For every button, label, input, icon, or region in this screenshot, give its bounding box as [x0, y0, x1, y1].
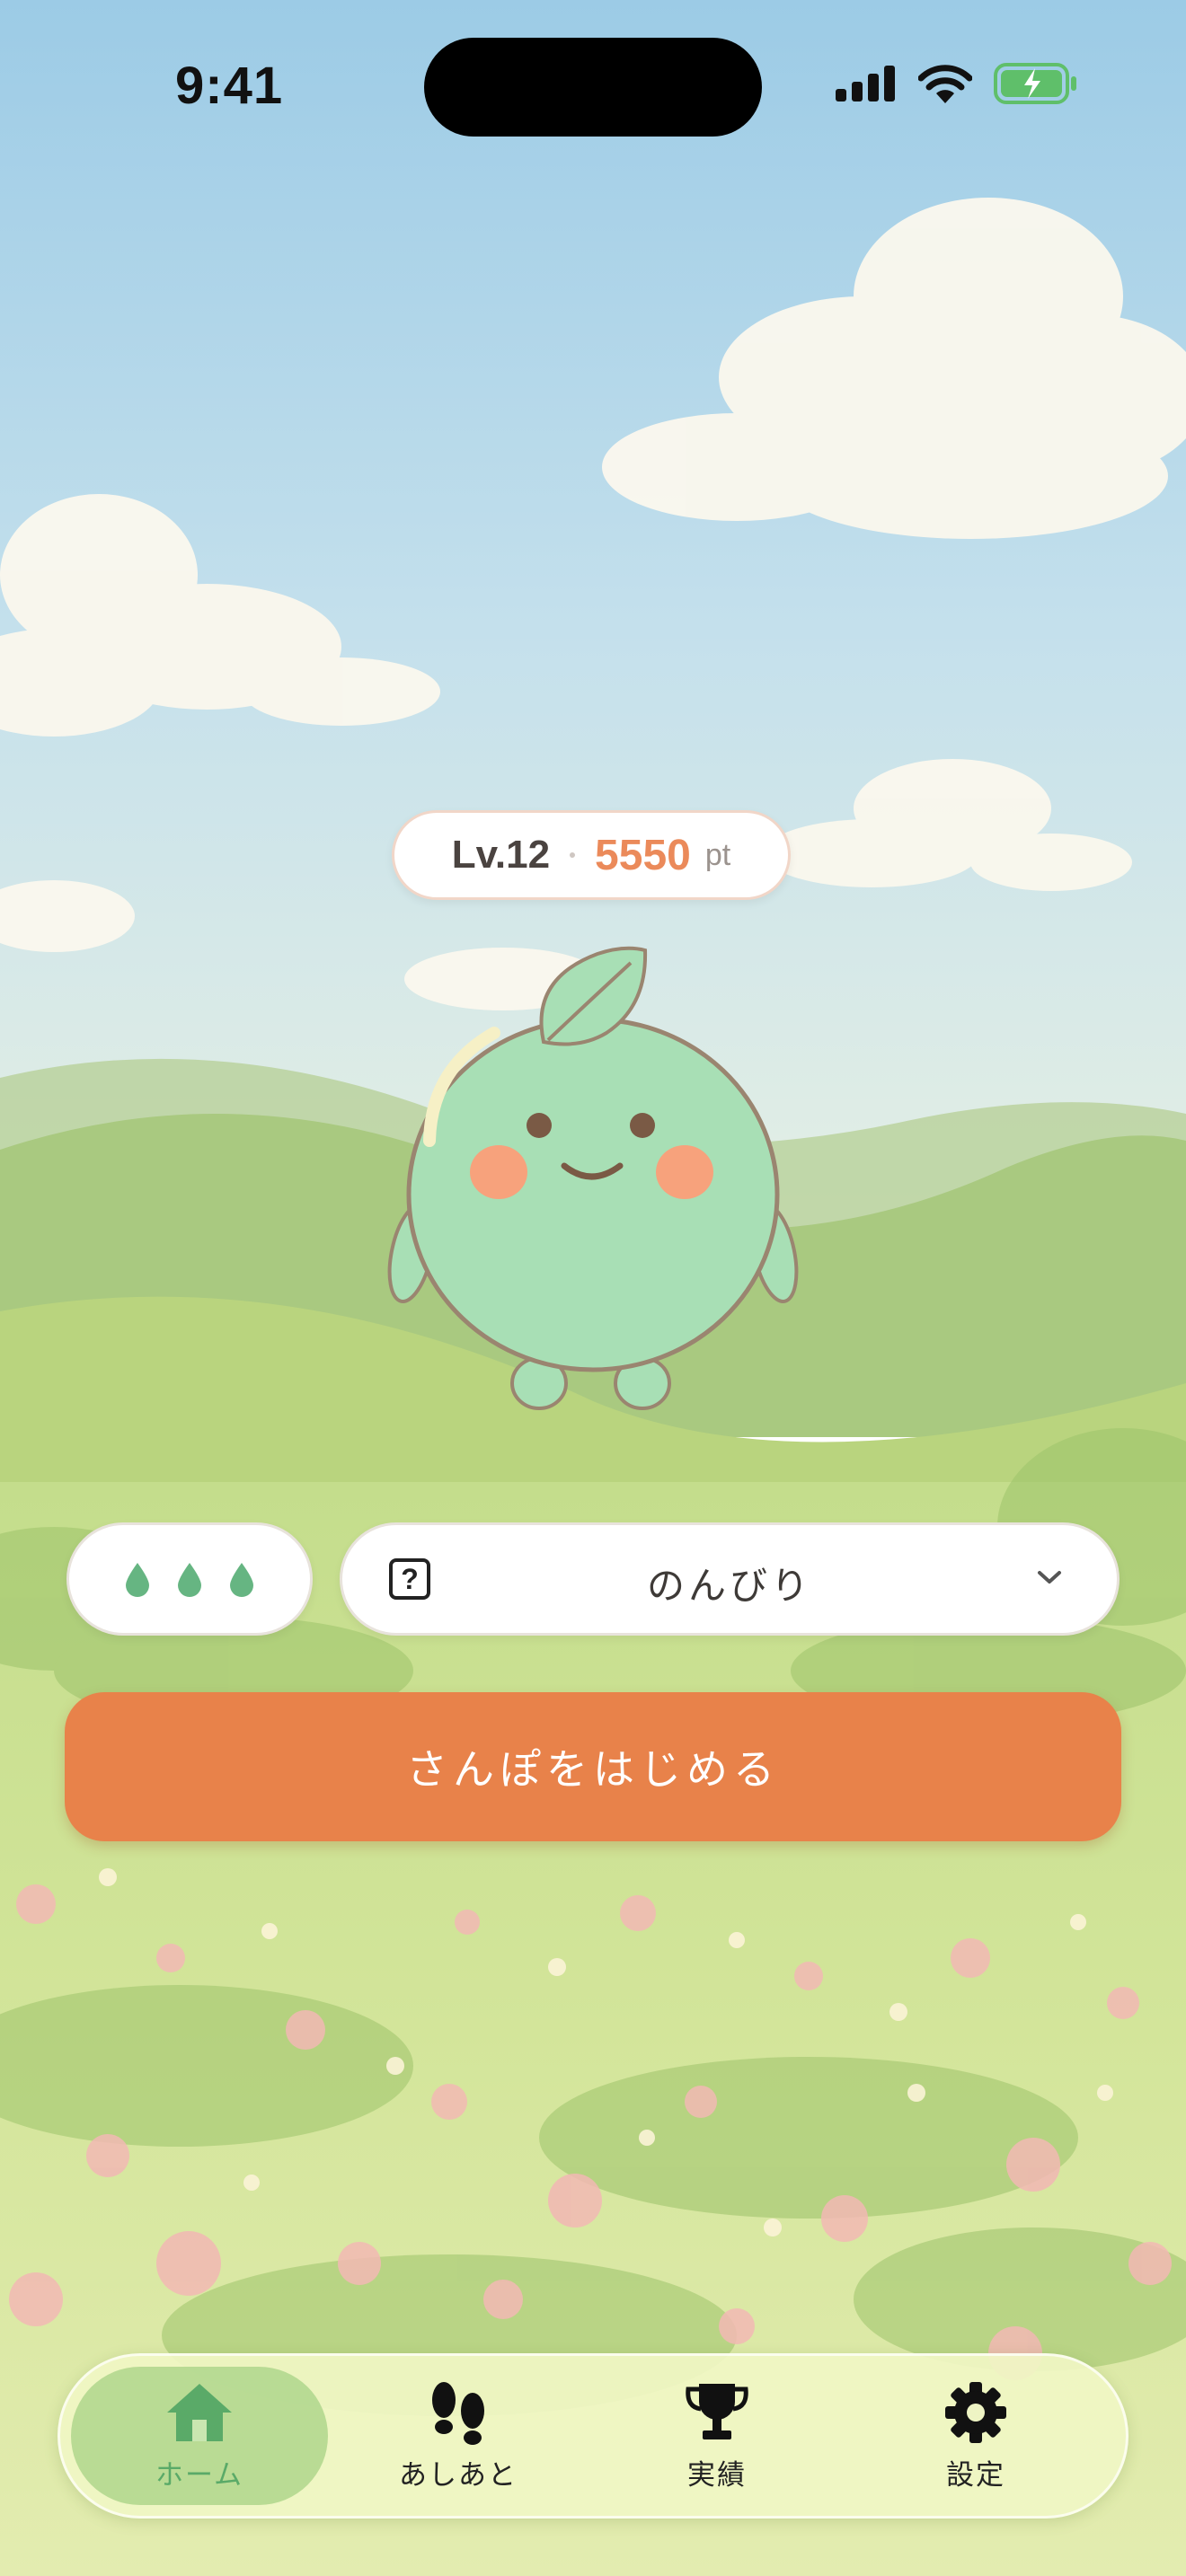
- mood-dropdown[interactable]: ? のんびり: [340, 1522, 1120, 1636]
- level-points-badge: Lv.12 5550 pt: [392, 810, 791, 900]
- status-time: 9:41: [175, 57, 284, 115]
- mascot-right-eye: [630, 1113, 655, 1138]
- tab-settings-label: 設定: [946, 2458, 1005, 2492]
- water-drop-icon: [126, 1563, 149, 1597]
- tab-footprints[interactable]: あしあと: [330, 2367, 587, 2505]
- tab-achievements[interactable]: 実績: [589, 2367, 845, 2505]
- separator-dot: [570, 852, 576, 858]
- dynamic-island: [424, 38, 762, 137]
- home-icon: [167, 2383, 232, 2441]
- status-icons: [836, 63, 1078, 104]
- trophy-icon: [686, 2383, 748, 2439]
- water-drop-icon: [178, 1563, 201, 1597]
- tab-home-label: ホーム: [155, 2458, 244, 2492]
- tab-home[interactable]: ホーム: [71, 2367, 328, 2505]
- mascot-left-cheek: [470, 1145, 527, 1199]
- wifi-icon: [918, 65, 972, 103]
- gear-icon: [945, 2381, 1006, 2443]
- chevron-down-icon: [1038, 1571, 1061, 1584]
- water-drop-icon: [230, 1563, 253, 1597]
- mascot-left-eye: [527, 1113, 552, 1138]
- points-unit: pt: [704, 837, 731, 872]
- points-value: 5550: [595, 831, 691, 879]
- battery-charging-icon: [994, 63, 1076, 104]
- start-walk-label: さんぽをはじめる: [406, 1745, 780, 1794]
- mascot-character[interactable]: [377, 943, 809, 1428]
- tab-footprints-label: あしあと: [399, 2458, 518, 2492]
- mascot-body: [406, 1017, 780, 1372]
- start-walk-button[interactable]: さんぽをはじめる: [65, 1692, 1121, 1841]
- footprints-icon: [432, 2381, 484, 2445]
- tab-settings[interactable]: 設定: [847, 2367, 1104, 2505]
- mood-selected-value: のんびり: [646, 1564, 812, 1608]
- energy-drops-indicator: [66, 1522, 313, 1636]
- tab-bar: ホーム あしあと 実績 設定: [58, 2353, 1128, 2519]
- mascot-right-cheek: [656, 1145, 713, 1199]
- cellular-signal-icon: [836, 66, 895, 101]
- level-label: Lv.12: [451, 833, 551, 877]
- tab-achievements-label: 実績: [687, 2458, 747, 2492]
